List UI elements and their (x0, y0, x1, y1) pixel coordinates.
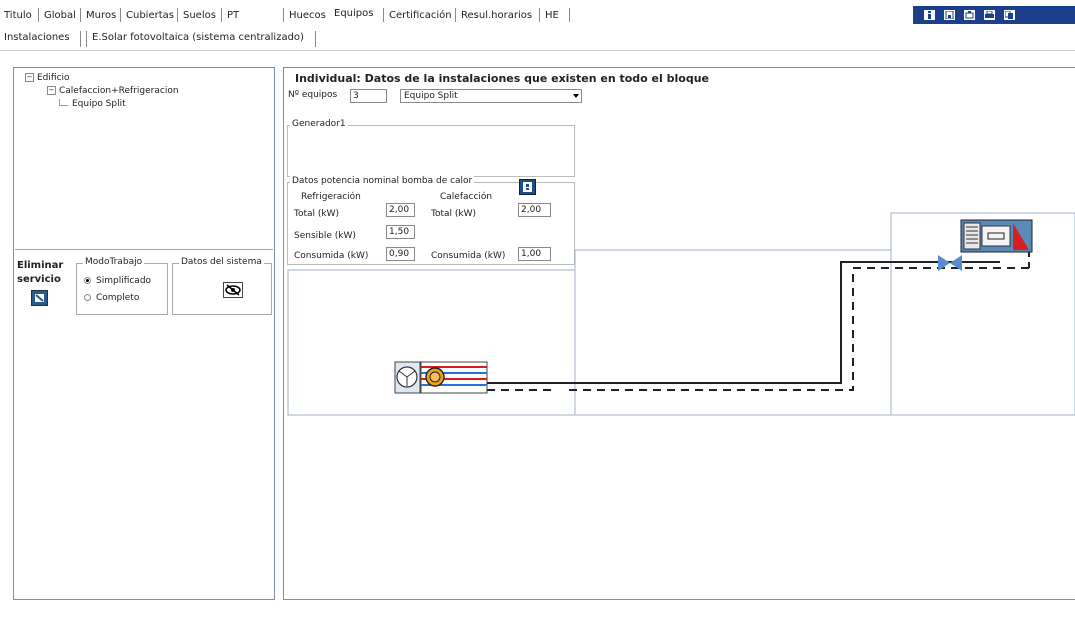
print-icon[interactable] (983, 9, 996, 21)
tab-divider (0, 50, 1075, 51)
tab-titulo[interactable]: Titulo (4, 10, 32, 21)
tab-equipos[interactable]: Equipos (334, 8, 373, 19)
datos-sistema-legend: Datos del sistema (179, 257, 264, 267)
tab-separator (569, 8, 570, 22)
radio-completo[interactable]: Completo (84, 293, 139, 303)
tab-separator (283, 8, 284, 22)
liquid-pipe (487, 261, 1000, 384)
tree-connector (59, 99, 68, 106)
distribution-zone-box (574, 249, 892, 416)
radio-button[interactable] (84, 277, 91, 284)
tree-node-equipo-split[interactable]: Equipo Split (59, 99, 126, 109)
open-icon[interactable] (963, 9, 976, 21)
tab-pt[interactable]: PT (227, 10, 239, 21)
valve-icon[interactable] (938, 255, 962, 271)
tab-separator (177, 8, 178, 22)
outdoor-unit-icon[interactable] (394, 361, 488, 394)
datos-sistema-group: Datos del sistema (172, 257, 272, 315)
modo-trabajo-group: ModoTrabajo Simplificado Completo (76, 257, 168, 315)
tree-node-edificio[interactable]: − Edificio (25, 73, 70, 83)
datos-sistema-button[interactable] (223, 282, 243, 298)
help-button[interactable] (519, 179, 536, 195)
generador-legend: Generador1 (290, 119, 348, 129)
toolbar (913, 6, 1075, 24)
tab-certificacion[interactable]: Certificación (389, 10, 452, 21)
equipo-type-select[interactable]: Equipo Split (400, 89, 582, 103)
tab-separator (315, 31, 316, 47)
tab-huecos[interactable]: Huecos (289, 10, 326, 21)
modo-trabajo-legend: ModoTrabajo (83, 257, 145, 267)
tree-divider (15, 249, 273, 250)
n-equipos-label: Nº equipos (288, 90, 338, 100)
tab-he[interactable]: HE (545, 10, 559, 21)
delete-icon (35, 294, 44, 302)
tab-separator (80, 8, 81, 22)
tab-separator (86, 31, 87, 47)
tab-separator (38, 8, 39, 22)
tree-node-calefaccion[interactable]: − Calefaccion+Refrigeracion (47, 86, 179, 96)
gas-pipe (487, 267, 1029, 391)
sub-tab-bar: Instalaciones E.Solar fotovoltaica (sist… (0, 29, 330, 51)
potencia-legend: Datos potencia nominal bomba de calor (290, 176, 475, 186)
tab-separator (383, 8, 384, 22)
tab-separator (221, 8, 222, 22)
copy-icon[interactable] (1003, 9, 1016, 21)
help-icon (523, 182, 532, 192)
eliminar-label: Eliminar (17, 260, 64, 271)
servicio-label: servicio (17, 274, 61, 285)
tab-cubiertas[interactable]: Cubiertas (126, 10, 174, 21)
tab-solar-fotovoltaica[interactable]: E.Solar fotovoltaica (sistema centraliza… (92, 32, 304, 43)
installation-diagram (287, 212, 1075, 416)
info-icon[interactable] (923, 9, 936, 21)
tab-separator (120, 8, 121, 22)
eye-icon (225, 284, 241, 296)
tree-view[interactable]: − Edificio − Calefaccion+Refrigeracion Equ… (15, 69, 273, 249)
indoor-split-unit-icon[interactable] (960, 219, 1033, 253)
n-equipos-input[interactable]: 3 (350, 89, 387, 103)
main-title: Individual: Datos de la instalaciones qu… (295, 72, 709, 85)
save-icon[interactable] (943, 9, 956, 21)
tab-instalaciones[interactable]: Instalaciones (4, 32, 70, 43)
tab-suelos[interactable]: Suelos (183, 10, 216, 21)
radio-simplificado[interactable]: Simplificado (84, 276, 151, 286)
tab-muros[interactable]: Muros (86, 10, 116, 21)
dropdown-arrow-icon[interactable] (573, 94, 579, 98)
generador-group: Generador1 (287, 119, 575, 177)
tab-resul-horarios[interactable]: Resul.horarios (461, 10, 532, 21)
radio-button[interactable] (84, 294, 91, 301)
tab-separator (80, 31, 81, 47)
eliminar-servicio-button[interactable] (31, 290, 48, 306)
collapse-icon[interactable]: − (47, 86, 56, 95)
tab-separator (455, 8, 456, 22)
collapse-icon[interactable]: − (25, 73, 34, 82)
tab-separator (539, 8, 540, 22)
tab-global[interactable]: Global (44, 10, 76, 21)
